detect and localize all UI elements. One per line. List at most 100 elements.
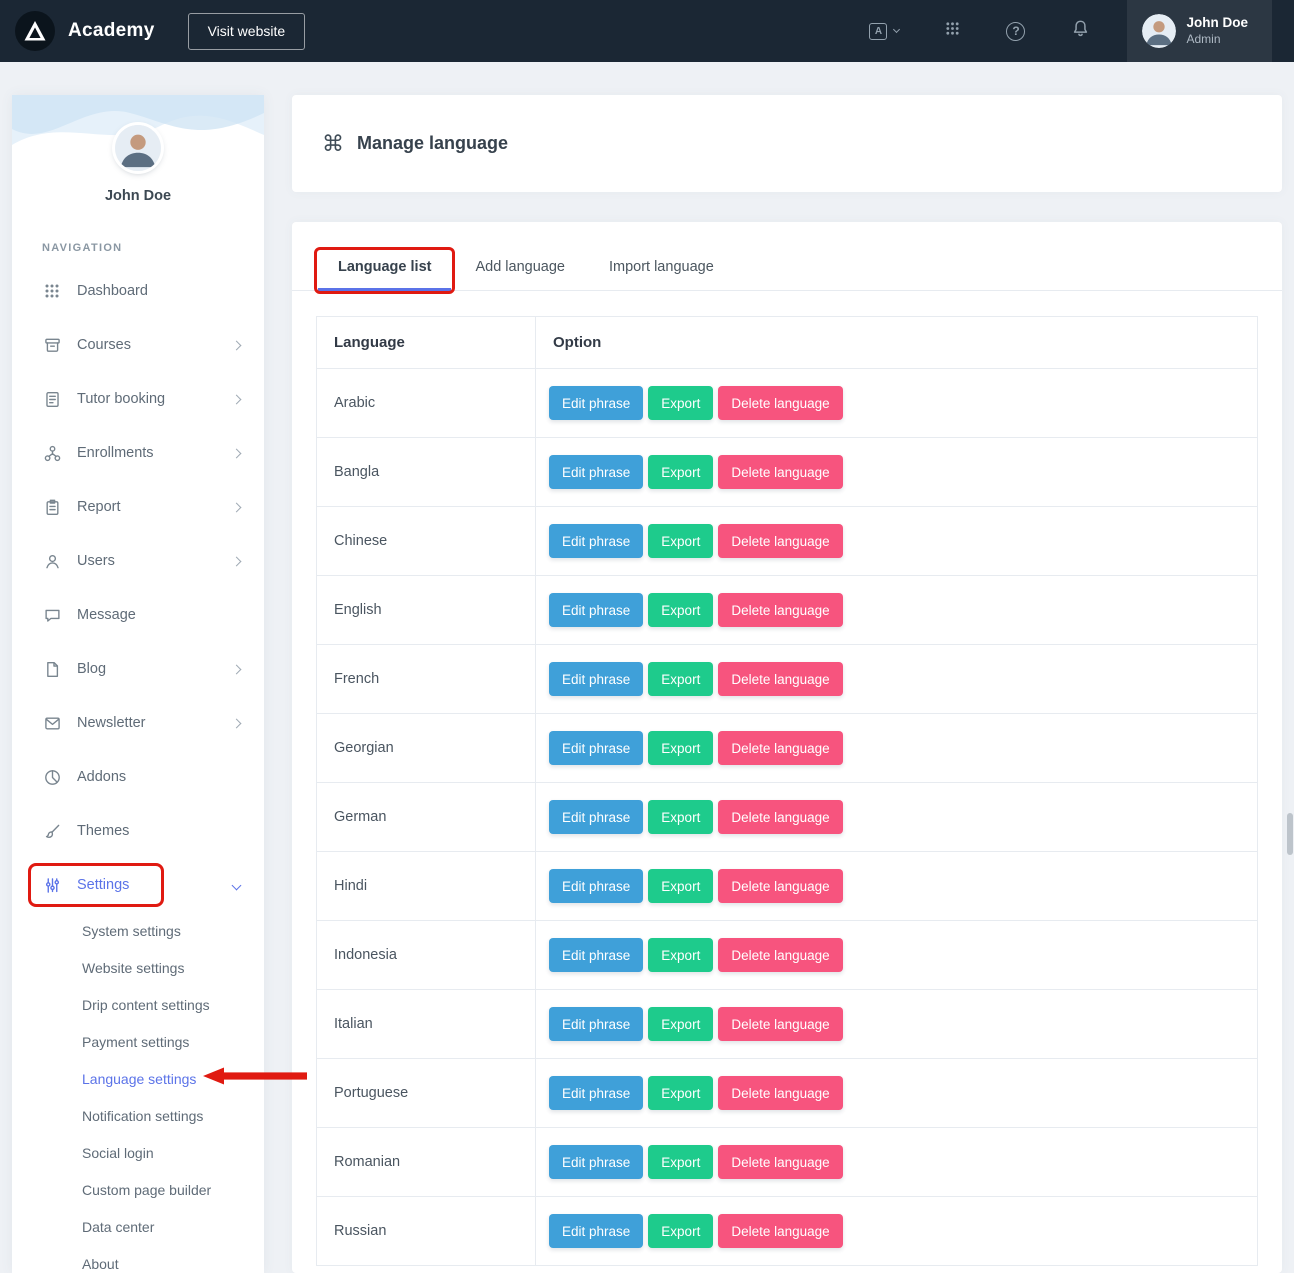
sidebar-item-label: Settings <box>77 877 233 893</box>
submenu-item-website-settings[interactable]: Website settings <box>12 949 264 986</box>
sidebar-item-report[interactable]: Report <box>12 480 264 534</box>
nav-section-title: NAVIGATION <box>42 242 264 254</box>
tab-language-list[interactable]: Language list <box>316 246 453 290</box>
delete-language-button[interactable]: Delete language <box>718 1214 842 1248</box>
option-cell: Edit phraseExportDelete language <box>536 645 1258 714</box>
submenu-item-language-settings[interactable]: Language settings <box>12 1060 264 1097</box>
edit-phrase-button[interactable]: Edit phrase <box>549 593 643 627</box>
edit-phrase-button[interactable]: Edit phrase <box>549 455 643 489</box>
academy-logo-icon[interactable] <box>15 11 55 51</box>
language-name: Bangla <box>317 438 536 507</box>
sidebar-item-addons[interactable]: Addons <box>12 750 264 804</box>
export-button[interactable]: Export <box>648 1076 713 1110</box>
export-button[interactable]: Export <box>648 524 713 558</box>
table-row-english: EnglishEdit phraseExportDelete language <box>317 576 1258 645</box>
sidebar-item-themes[interactable]: Themes <box>12 804 264 858</box>
submenu-item-system-settings[interactable]: System settings <box>12 912 264 949</box>
scrollbar-thumb[interactable] <box>1287 813 1293 855</box>
submenu-item-drip-content-settings[interactable]: Drip content settings <box>12 986 264 1023</box>
delete-language-button[interactable]: Delete language <box>718 662 842 696</box>
sidebar-item-enrollments[interactable]: Enrollments <box>12 426 264 480</box>
sidebar-user-name: John Doe <box>12 188 264 204</box>
sidebar-avatar <box>115 125 161 171</box>
topbar-user-menu[interactable]: John Doe Admin <box>1127 0 1272 62</box>
sidebar-item-message[interactable]: Message <box>12 588 264 642</box>
submenu-item-custom-page-builder[interactable]: Custom page builder <box>12 1171 264 1208</box>
sidebar-item-label: Users <box>77 553 233 569</box>
export-button[interactable]: Export <box>648 938 713 972</box>
option-cell: Edit phraseExportDelete language <box>536 990 1258 1059</box>
edit-phrase-button[interactable]: Edit phrase <box>549 662 643 696</box>
delete-language-button[interactable]: Delete language <box>718 1076 842 1110</box>
submenu-item-payment-settings[interactable]: Payment settings <box>12 1023 264 1060</box>
option-cell: Edit phraseExportDelete language <box>536 1128 1258 1197</box>
sidebar-item-label: Tutor booking <box>77 391 233 407</box>
tab-import-language[interactable]: Import language <box>587 246 736 290</box>
export-button[interactable]: Export <box>648 731 713 765</box>
language-name: Indonesia <box>317 921 536 990</box>
delete-language-button[interactable]: Delete language <box>718 800 842 834</box>
addons-icon <box>44 769 62 786</box>
language-name: Chinese <box>317 507 536 576</box>
delete-language-button[interactable]: Delete language <box>718 386 842 420</box>
user-name: John Doe <box>1186 15 1248 32</box>
edit-phrase-button[interactable]: Edit phrase <box>549 1145 643 1179</box>
submenu-item-data-center[interactable]: Data center <box>12 1208 264 1245</box>
tabs: Language listAdd languageImport language <box>292 246 1282 291</box>
sidebar-item-newsletter[interactable]: Newsletter <box>12 696 264 750</box>
tab-add-language[interactable]: Add language <box>453 246 587 290</box>
delete-language-button[interactable]: Delete language <box>718 869 842 903</box>
sidebar-item-dashboard[interactable]: Dashboard <box>12 264 264 318</box>
sidebar-item-blog[interactable]: Blog <box>12 642 264 696</box>
edit-phrase-button[interactable]: Edit phrase <box>549 1076 643 1110</box>
export-button[interactable]: Export <box>648 1007 713 1041</box>
page-header-card: ⌘ Manage language <box>292 95 1282 192</box>
export-button[interactable]: Export <box>648 1214 713 1248</box>
sidebar-item-label: Enrollments <box>77 445 233 461</box>
table-row-georgian: GeorgianEdit phraseExportDelete language <box>317 714 1258 783</box>
visit-website-button[interactable]: Visit website <box>188 13 306 50</box>
edit-phrase-button[interactable]: Edit phrase <box>549 938 643 972</box>
edit-phrase-button[interactable]: Edit phrase <box>549 1214 643 1248</box>
edit-phrase-button[interactable]: Edit phrase <box>549 800 643 834</box>
delete-language-button[interactable]: Delete language <box>718 593 842 627</box>
export-button[interactable]: Export <box>648 800 713 834</box>
table-row-bangla: Bangla Edit phraseExportDelete language <box>317 438 1258 507</box>
language-switch-button[interactable]: A <box>846 0 922 62</box>
submenu-item-social-login[interactable]: Social login <box>12 1134 264 1171</box>
sidebar-item-settings[interactable]: Settings <box>12 858 264 912</box>
apps-grid-button[interactable] <box>922 0 983 62</box>
sidebar-item-tutor-booking[interactable]: Tutor booking <box>12 372 264 426</box>
delete-language-button[interactable]: Delete language <box>718 455 842 489</box>
user-role: Admin <box>1186 32 1248 47</box>
export-button[interactable]: Export <box>648 1145 713 1179</box>
delete-language-button[interactable]: Delete language <box>718 1007 842 1041</box>
edit-phrase-button[interactable]: Edit phrase <box>549 731 643 765</box>
export-button[interactable]: Export <box>648 662 713 696</box>
submenu-item-label: Custom page builder <box>82 1182 211 1198</box>
edit-phrase-button[interactable]: Edit phrase <box>549 386 643 420</box>
export-button[interactable]: Export <box>648 869 713 903</box>
delete-language-button[interactable]: Delete language <box>718 731 842 765</box>
delete-language-button[interactable]: Delete language <box>718 938 842 972</box>
export-button[interactable]: Export <box>648 593 713 627</box>
notifications-button[interactable] <box>1048 0 1113 62</box>
delete-language-button[interactable]: Delete language <box>718 1145 842 1179</box>
export-button[interactable]: Export <box>648 386 713 420</box>
edit-phrase-button[interactable]: Edit phrase <box>549 1007 643 1041</box>
submenu-item-notification-settings[interactable]: Notification settings <box>12 1097 264 1134</box>
export-button[interactable]: Export <box>648 455 713 489</box>
settings-icon <box>44 877 62 894</box>
sidebar-profile: John Doe <box>12 95 264 204</box>
edit-phrase-button[interactable]: Edit phrase <box>549 869 643 903</box>
delete-language-button[interactable]: Delete language <box>718 524 842 558</box>
language-icon: A <box>869 23 887 40</box>
help-button[interactable]: ? <box>983 0 1048 62</box>
option-cell: Edit phraseExportDelete language <box>536 714 1258 783</box>
edit-phrase-button[interactable]: Edit phrase <box>549 524 643 558</box>
sidebar-item-users[interactable]: Users <box>12 534 264 588</box>
submenu-item-about[interactable]: About <box>12 1245 264 1273</box>
submenu-item-label: About <box>82 1256 119 1272</box>
sidebar-item-courses[interactable]: Courses <box>12 318 264 372</box>
sidebar-item-label: Courses <box>77 337 233 353</box>
